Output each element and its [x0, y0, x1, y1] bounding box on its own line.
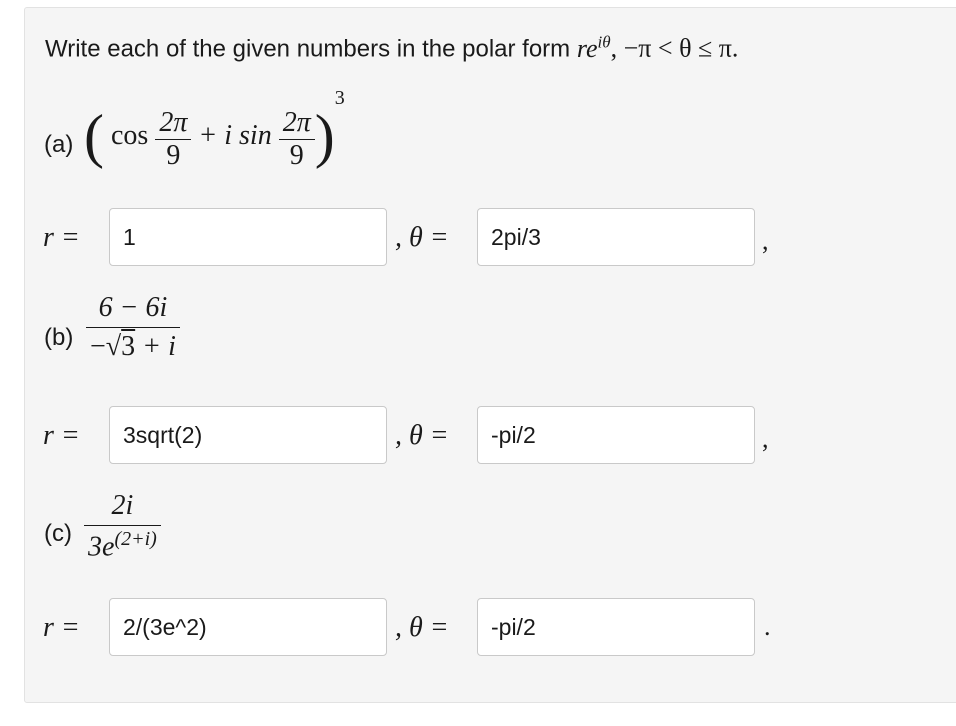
r-input-b[interactable] [109, 406, 387, 464]
separator-b: , [762, 424, 769, 453]
separator-c: . [764, 612, 771, 641]
right-paren: ) [314, 103, 335, 169]
r-input-a[interactable] [109, 208, 387, 266]
fraction-2pi-9-a: 2π 9 [155, 107, 192, 172]
fraction-2pi-9-b: 2π 9 [278, 107, 315, 172]
theta-label-c: , θ = [395, 612, 449, 643]
part-b-expression: 6 − 6i −√3 + i [86, 292, 180, 363]
theta-range: , −π < θ ≤ π. [610, 33, 739, 63]
theta-label-b: , θ = [395, 420, 449, 451]
part-b-label: (b) [44, 324, 74, 351]
fraction-c: 2i 3e(2+i) [84, 490, 161, 563]
sqrt-icon: √ [105, 331, 122, 362]
fraction-b: 6 − 6i −√3 + i [86, 292, 180, 363]
theta-input-b[interactable] [477, 406, 755, 464]
prompt-text: Write each of the given numbers in the p… [45, 35, 571, 63]
r-label-c: r = [43, 612, 80, 643]
question-prompt: Write each of the given numbers in the p… [45, 32, 738, 64]
theta-input-a[interactable] [477, 208, 755, 266]
plus-i-sin: + i sin [198, 120, 272, 151]
r-input-c[interactable] [109, 598, 387, 656]
r-label-b: r = [43, 420, 80, 451]
part-c-expression: 2i 3e(2+i) [84, 490, 161, 563]
left-paren: ( [84, 103, 104, 169]
part-c-label: (c) [44, 520, 72, 547]
part-a-expression: ( cos 2π 9 + i sin 2π 9 )3 [84, 87, 345, 176]
cos-fn: cos [110, 120, 149, 151]
part-a-label: (a) [44, 131, 74, 158]
theta-label-a: , θ = [395, 222, 449, 253]
exponent-3: 3 [334, 86, 345, 109]
separator-a: , [762, 226, 769, 255]
r-label-a: r = [43, 222, 80, 253]
polar-form: reiθ [576, 32, 611, 63]
theta-input-c[interactable] [477, 598, 755, 656]
